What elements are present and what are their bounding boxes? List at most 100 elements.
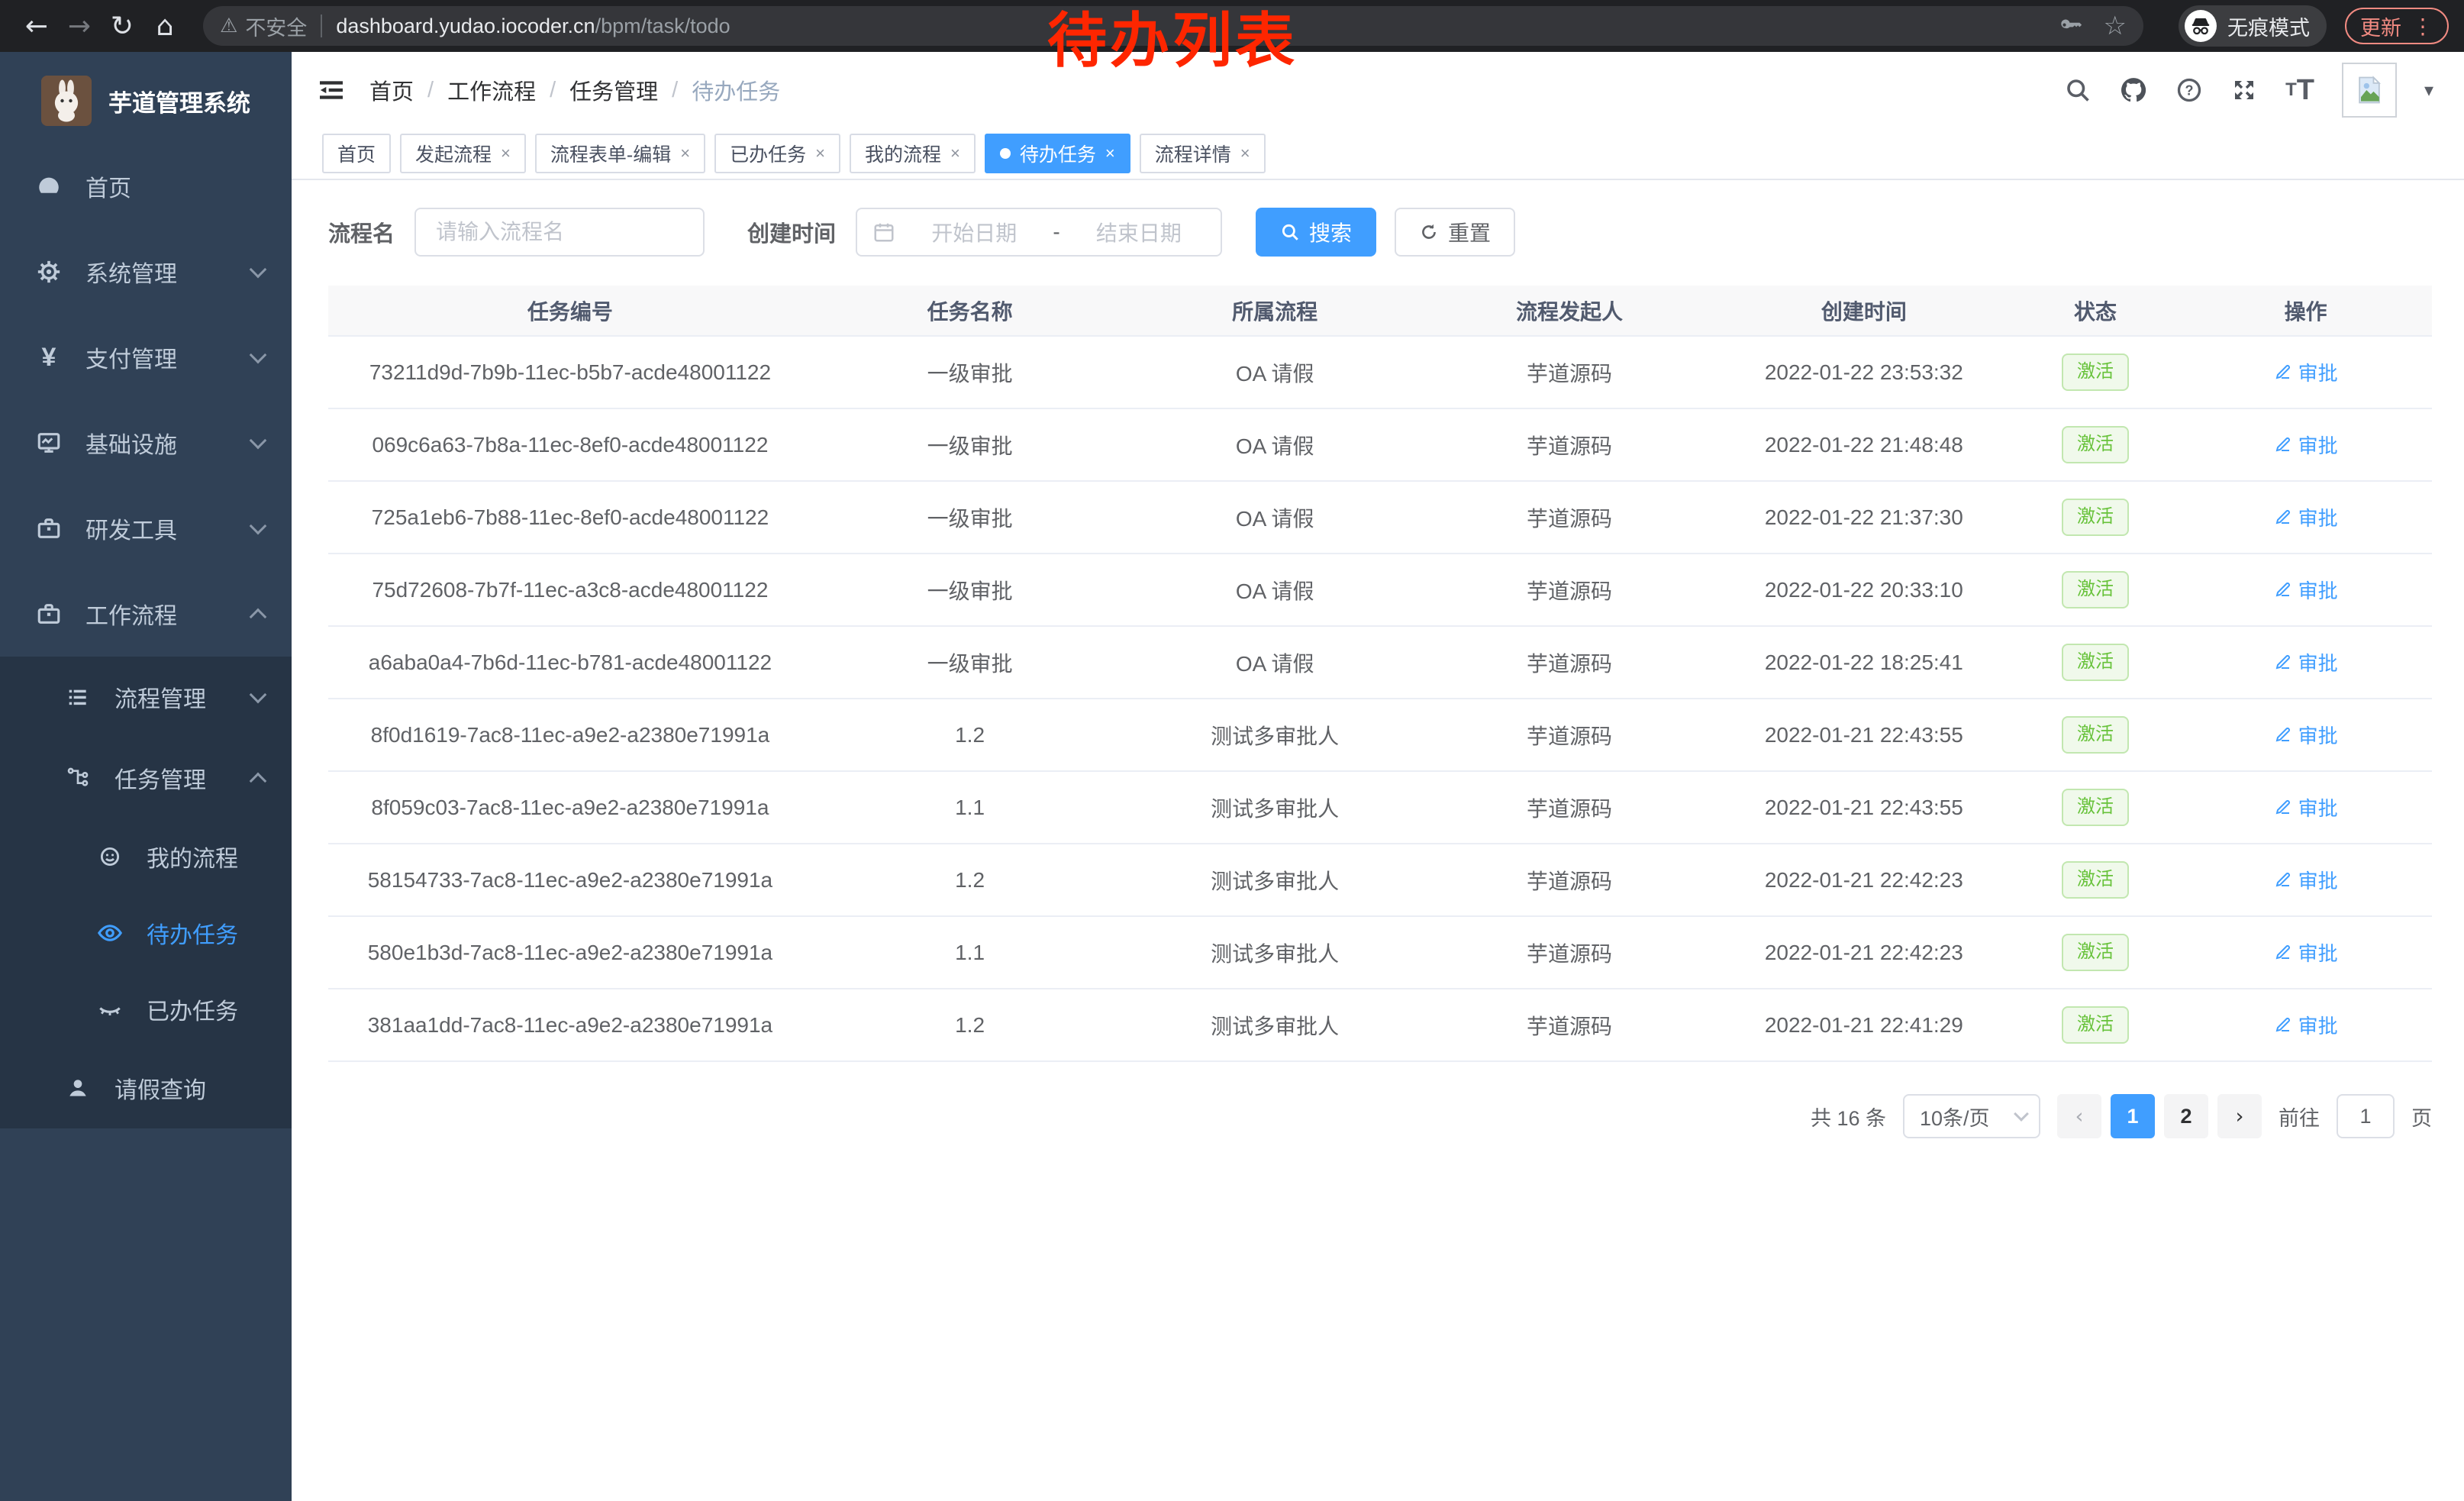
sidebar-item-system[interactable]: 系统管理 [0,229,292,315]
cell-task-name: 一级审批 [812,554,1127,626]
cell-process: 测试多审批人 [1127,989,1422,1061]
cell-process: 测试多审批人 [1127,699,1422,771]
approve-button[interactable]: 审批 [2274,503,2338,531]
search-icon[interactable] [2064,76,2091,104]
approve-button[interactable]: 审批 [2274,866,2338,894]
cell-create-time: 2022-01-21 22:41:29 [1717,989,2011,1061]
sidebar-item-todo-task[interactable]: 待办任务 [0,895,292,971]
cell-process: OA 请假 [1127,336,1422,408]
browser-forward-icon[interactable]: → [58,5,101,47]
cell-process: 测试多审批人 [1127,916,1422,989]
status-badge: 激活 [2062,499,2129,536]
eye-icon [95,920,125,946]
date-range-input[interactable]: 开始日期 - 结束日期 [856,208,1222,257]
tab-done-task[interactable]: 已办任务× [714,134,840,173]
status-badge: 激活 [2062,1006,2129,1044]
close-icon[interactable]: × [950,144,960,163]
address-bar[interactable]: ⚠ 不安全 dashboard.yudao.iocoder.cn/bpm/tas… [203,6,2143,46]
font-size-icon[interactable]: TT [2285,74,2314,107]
tab-process-detail[interactable]: 流程详情× [1140,134,1266,173]
github-icon[interactable] [2119,76,2148,105]
chevron-down-icon [250,432,267,450]
approve-button[interactable]: 审批 [2274,938,2338,967]
tree-icon [63,766,93,790]
sidebar-item-leave-query[interactable]: 请假查询 [0,1047,292,1128]
search-button[interactable]: 搜索 [1256,208,1376,257]
password-key-icon[interactable] [2058,13,2084,39]
approve-button[interactable]: 审批 [2274,721,2338,749]
svg-text:?: ? [2185,82,2194,98]
approve-button[interactable]: 审批 [2274,648,2338,676]
yen-icon: ¥ [34,343,64,373]
status-badge: 激活 [2062,644,2129,681]
logo-row[interactable]: 芋道管理系统 [0,52,292,144]
approve-button[interactable]: 审批 [2274,793,2338,822]
omnibox-divider [321,15,322,37]
dashboard-icon [34,173,64,199]
reset-button[interactable]: 重置 [1395,208,1515,257]
cell-create-time: 2022-01-21 22:43:55 [1717,771,2011,844]
process-name-input[interactable] [414,208,705,257]
sidebar-item-payment[interactable]: ¥ 支付管理 [0,315,292,400]
approve-button[interactable]: 审批 [2274,576,2338,604]
cell-create-time: 2022-01-21 22:42:23 [1717,844,2011,916]
approve-label: 审批 [2298,938,2338,967]
page-button-2[interactable]: 2 [2164,1094,2208,1138]
cell-task-id: 069c6a63-7b8a-11ec-8ef0-acde48001122 [328,408,812,481]
sidebar-item-task-mgmt[interactable]: 任务管理 [0,738,292,818]
breadcrumb-home[interactable]: 首页 [369,74,414,106]
sidebar-collapse-icon[interactable] [313,72,350,108]
sidebar-item-home[interactable]: 首页 [0,144,292,229]
sidebar-item-process-mgmt[interactable]: 流程管理 [0,657,292,738]
tab-home[interactable]: 首页 [322,134,391,173]
browser-reload-icon[interactable]: ↻ [101,5,144,47]
approve-label: 审批 [2298,866,2338,894]
close-icon[interactable]: × [1240,144,1250,163]
sidebar-item-done-task[interactable]: 已办任务 [0,971,292,1047]
tab-todo-task[interactable]: 待办任务× [985,134,1130,173]
security-warning-icon: ⚠ [220,15,237,37]
breadcrumb-task-mgmt[interactable]: 任务管理 [569,74,658,106]
fullscreen-icon[interactable] [2230,76,2258,104]
help-icon[interactable]: ? [2175,76,2203,104]
approve-button[interactable]: 审批 [2274,1011,2338,1039]
browser-menu-icon[interactable]: ⋮ [2412,14,2433,39]
table-row: 75d72608-7b7f-11ec-a3c8-acde48001122一级审批… [328,554,2432,626]
bookmark-star-icon[interactable]: ☆ [2104,11,2127,41]
cell-task-name: 一级审批 [812,336,1127,408]
sidebar-item-devtool[interactable]: 研发工具 [0,486,292,571]
close-icon[interactable]: × [1105,144,1115,163]
prev-page-button[interactable]: ‹ [2057,1094,2101,1138]
app-title: 芋道管理系统 [108,84,250,118]
tab-start-process[interactable]: 发起流程× [400,134,526,173]
next-page-button[interactable]: › [2217,1094,2262,1138]
goto-page-input[interactable] [2337,1094,2395,1138]
search-button-label: 搜索 [1309,217,1352,247]
browser-home-icon[interactable]: ⌂ [144,5,186,47]
cell-status: 激活 [2011,771,2179,844]
page-size-select[interactable]: 10条/页 [1903,1094,2040,1138]
tab-my-process[interactable]: 我的流程× [850,134,976,173]
table-row: a6aba0a4-7b6d-11ec-b781-acde48001122一级审批… [328,626,2432,699]
avatar[interactable] [2342,63,2397,118]
page-button-1[interactable]: 1 [2111,1094,2155,1138]
sidebar-item-infra[interactable]: 基础设施 [0,400,292,486]
cell-create-time: 2022-01-21 22:42:23 [1717,916,2011,989]
close-icon[interactable]: × [680,144,690,163]
tab-form-edit[interactable]: 流程表单-编辑× [535,134,705,173]
close-icon[interactable]: × [815,144,825,163]
sidebar-item-my-process[interactable]: 我的流程 [0,818,292,895]
approve-button[interactable]: 审批 [2274,358,2338,386]
avatar-caret-icon[interactable]: ▾ [2424,79,2433,101]
breadcrumb-workflow[interactable]: 工作流程 [447,74,536,106]
breadcrumb: 首页 / 工作流程 / 任务管理 / 待办任务 [369,74,780,106]
cell-operation: 审批 [2179,336,2432,408]
approve-button[interactable]: 审批 [2274,431,2338,459]
browser-back-icon[interactable]: ← [15,5,58,47]
cell-operation: 审批 [2179,554,2432,626]
refresh-icon [1419,222,1439,242]
browser-update-button[interactable]: 更新 ⋮ [2345,8,2449,44]
task-table: 任务编号 任务名称 所属流程 流程发起人 创建时间 状态 操作 73211d9d… [328,286,2432,1062]
sidebar-item-workflow[interactable]: 工作流程 [0,571,292,657]
close-icon[interactable]: × [501,144,511,163]
